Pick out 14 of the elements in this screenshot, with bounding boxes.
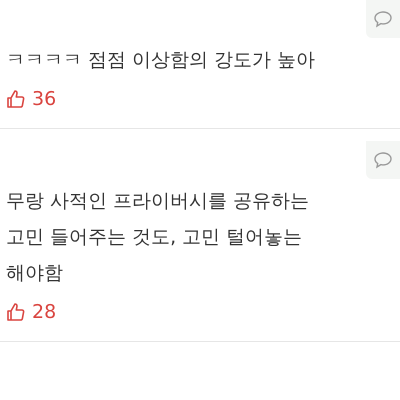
like-button[interactable]: 28 (6, 301, 56, 323)
speech-bubble-icon (373, 10, 393, 28)
reply-button[interactable] (366, 141, 400, 179)
speech-bubble-icon (373, 151, 393, 169)
thumbs-up-icon (6, 89, 26, 109)
comment-text-line: ㅋㅋㅋㅋ 점점 이상함의 강도가 높아 (6, 48, 316, 73)
like-count: 36 (32, 88, 56, 110)
like-button[interactable]: 36 (6, 88, 56, 110)
comment-text-line: 무랑 사적인 프라이버시를 공유하는 (6, 189, 310, 214)
reply-button[interactable] (366, 0, 400, 38)
thumbs-up-icon (6, 302, 26, 322)
comment-text-line: 해야함 (6, 261, 64, 286)
like-count: 28 (32, 301, 56, 323)
comment-text-line: 고민 들어주는 것도, 고민 털어놓는 (6, 225, 304, 250)
